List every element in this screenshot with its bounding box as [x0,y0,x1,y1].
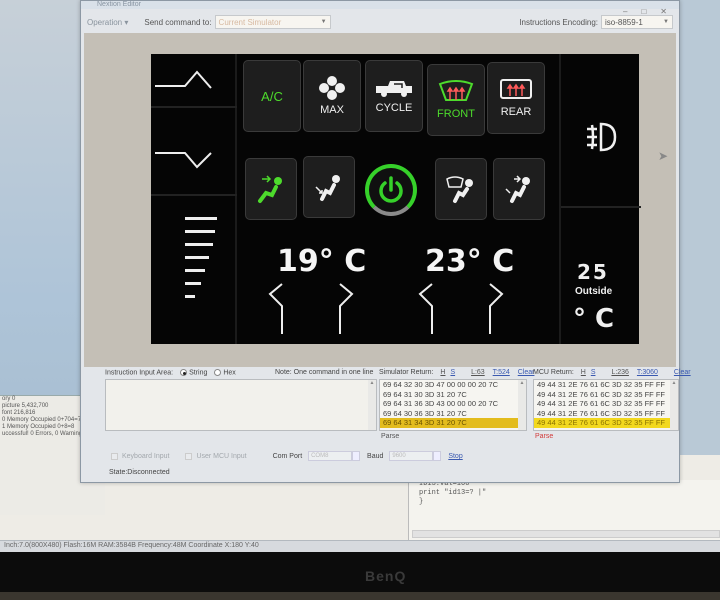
list-item[interactable]: 49 44 31 2E 76 61 6C 3D 32 35 FF FF [534,399,678,409]
cycle-button[interactable]: CYCLE [365,60,423,132]
hex-radio[interactable] [214,369,222,376]
list-item[interactable]: 69 64 31 36 3D 43 00 00 00 20 7C [380,399,526,409]
front-defrost-button[interactable]: FRONT [427,64,485,136]
fan-column [151,54,237,344]
left-temperature: 19° C [277,244,367,279]
stop-link[interactable]: Stop [448,453,462,460]
sim-list-scrollbar[interactable]: ▲ [518,380,526,430]
debug-window: Nextion Editor – □ ✕ Operation ▾ Send co… [80,0,691,483]
outside-column: 25 Outside ° C [559,54,641,344]
car-recirculation-icon [376,81,412,97]
list-item-selected[interactable]: 69 64 31 34 3D 31 20 7C [380,418,526,428]
simulator-canvas: A/C MAX CYCLE FRONT REAR 19° C 23° C 25 … [84,33,676,367]
code-line: } [419,498,424,506]
chevron-down-icon: ▼ [320,19,327,25]
power-icon [379,176,403,203]
climate-control-screen: A/C MAX CYCLE FRONT REAR 19° C 23° C 25 … [151,54,641,344]
right-temp-down-arrow-icon[interactable] [417,282,437,334]
front-defrost-icon [438,80,474,101]
encoding-label: Instructions Encoding: [519,17,598,27]
user-mcu-input-checkbox[interactable] [185,452,193,460]
outside-label: Outside [575,286,613,297]
airflow-face-icon [258,175,282,203]
mcu-total-count: T:3060 [636,369,658,376]
outside-unit: ° C [573,304,615,334]
connection-state: State:Disconnected [109,469,170,476]
fan-down-arrow-icon[interactable] [155,151,213,177]
list-item[interactable]: 49 44 31 2E 76 61 6C 3D 32 35 FF FF [534,409,678,419]
mcu-hex-toggle[interactable]: H [581,369,586,376]
sim-string-toggle[interactable]: S [450,369,455,376]
outside-temperature: 25 [577,260,609,284]
simulator-return-list[interactable]: 69 64 32 30 3D 47 00 00 00 20 7C 69 64 3… [379,379,527,431]
list-item[interactable]: 49 44 31 2E 76 61 6C 3D 32 35 FF FF [534,390,678,400]
sim-clear-link[interactable]: Clear [518,369,535,376]
left-temp-down-arrow-icon[interactable] [267,282,287,334]
sim-line-count: L:63 [471,369,485,376]
mcu-parse-link[interactable]: Parse [535,433,553,440]
send-command-label: Send command to: [144,17,212,27]
list-item[interactable]: 69 64 32 30 3D 47 00 00 00 20 7C [380,380,526,390]
right-temperature: 23° C [425,244,515,279]
airflow-feet-button[interactable] [303,156,355,218]
sim-hex-toggle[interactable]: H [440,369,445,376]
list-item-selected[interactable]: 49 44 31 2E 76 61 6C 3D 32 35 FF FF [534,418,678,428]
mcu-clear-link[interactable]: Clear [674,369,691,376]
max-button[interactable]: MAX [303,60,361,132]
airflow-defrost-feet-button[interactable] [435,158,487,220]
chevron-down-icon: ▼ [663,19,669,25]
mcu-list-scrollbar[interactable]: ▲ [670,380,678,430]
com-port-select[interactable]: COM8 [308,451,353,461]
mouse-pointer-icon: ➤ [658,149,669,163]
baud-select[interactable]: 9600 [389,451,434,461]
connection-controls: Keyboard Input User MCU Input Com Port C… [111,451,463,461]
list-item[interactable]: 69 64 31 30 3D 31 20 7C [380,390,526,400]
send-command-select[interactable]: Current Simulator ▼ [214,15,331,29]
encoding-select[interactable]: iso-8859-1 ▼ [601,15,673,29]
chevron-down-icon[interactable] [433,451,442,461]
airflow-defrost-feet-icon [446,176,473,203]
input-note: Note: One command in one line [275,369,374,376]
status-bar: Inch:7.0(800X480) Flash:16M RAM:3584B Fr… [0,540,720,552]
fog-light-icon[interactable] [583,120,617,154]
fan-icon [319,76,345,100]
list-item[interactable]: 49 44 31 2E 76 61 6C 3D 32 35 FF FF [534,380,678,390]
code-horizontal-scrollbar[interactable] [412,530,720,538]
monitor-brand-logo: BenQ [365,568,407,584]
mcu-string-toggle[interactable]: S [591,369,596,376]
ac-button[interactable]: A/C [243,60,301,132]
mcu-return-header: MCU Return: H S L:236 T:3060 Clear [533,369,691,376]
instruction-input[interactable]: ▲ [105,379,377,431]
list-item[interactable]: 69 64 30 36 3D 31 20 7C [380,409,526,419]
fan-up-arrow-icon[interactable] [155,66,213,92]
rear-defrost-button[interactable]: REAR [487,62,545,134]
input-scrollbar[interactable]: ▲ [368,380,376,430]
power-button[interactable] [365,164,417,216]
keyboard-input-checkbox[interactable] [111,452,118,460]
mcu-line-count: L:236 [611,369,629,376]
window-title: Nextion Editor [81,1,679,9]
mcu-return-list[interactable]: 49 44 31 2E 76 61 6C 3D 32 35 FF FF 49 4… [533,379,679,431]
sim-parse-link[interactable]: Parse [381,433,399,440]
airflow-face-button[interactable] [245,158,297,220]
airflow-face-feet-button[interactable] [493,158,545,220]
sim-total-count: T:524 [492,369,510,376]
right-temp-up-arrow-icon[interactable] [487,282,507,334]
simulator-return-header: Simulator Return: H S L:63 T:524 Clear [379,369,535,376]
left-temp-up-arrow-icon[interactable] [337,282,357,334]
string-radio[interactable] [180,369,188,376]
chevron-down-icon[interactable] [352,451,361,461]
input-area-header: Instruction Input Area: String Hex [105,369,236,377]
desk-surface [0,592,720,600]
operation-menu[interactable]: Operation ▾ [87,18,128,27]
airflow-face-feet-icon [505,175,530,203]
airflow-feet-icon [315,175,340,201]
toolbar: Operation ▾ Send command to: Current Sim… [81,13,679,31]
code-line: print "id13=? |" [419,489,487,497]
rear-defrost-icon [500,79,532,99]
